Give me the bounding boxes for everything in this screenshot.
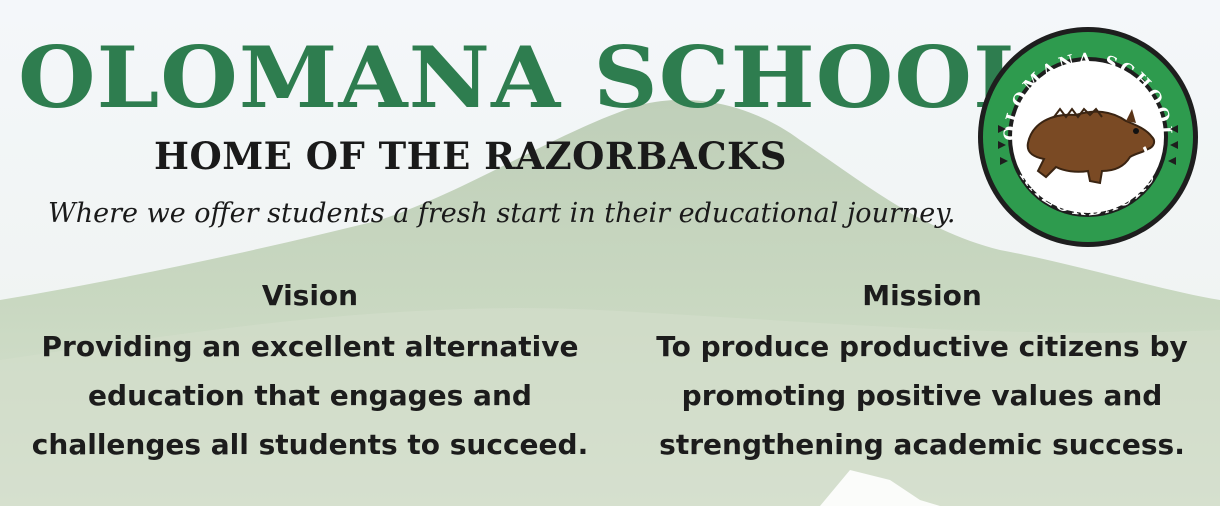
vision-section: Vision Providing an excellent alternativ… [10,276,610,469]
school-subtitle: HOME OF THE RAZORBACKS [154,134,787,178]
vision-heading: Vision [261,279,359,312]
school-seal-logo: OLOMANA SCHOOL RAZORBACKS [976,25,1200,249]
mission-body: To produce productive citizens by promot… [656,330,1188,461]
mission-section: Mission To produce productive citizens b… [622,276,1220,469]
school-tagline: Where we offer students a fresh start in… [48,198,956,229]
school-title: OLOMANA SCHOOL [18,28,1037,127]
mission-heading: Mission [862,279,982,312]
vision-body: Providing an excellent alternative educa… [31,330,589,461]
